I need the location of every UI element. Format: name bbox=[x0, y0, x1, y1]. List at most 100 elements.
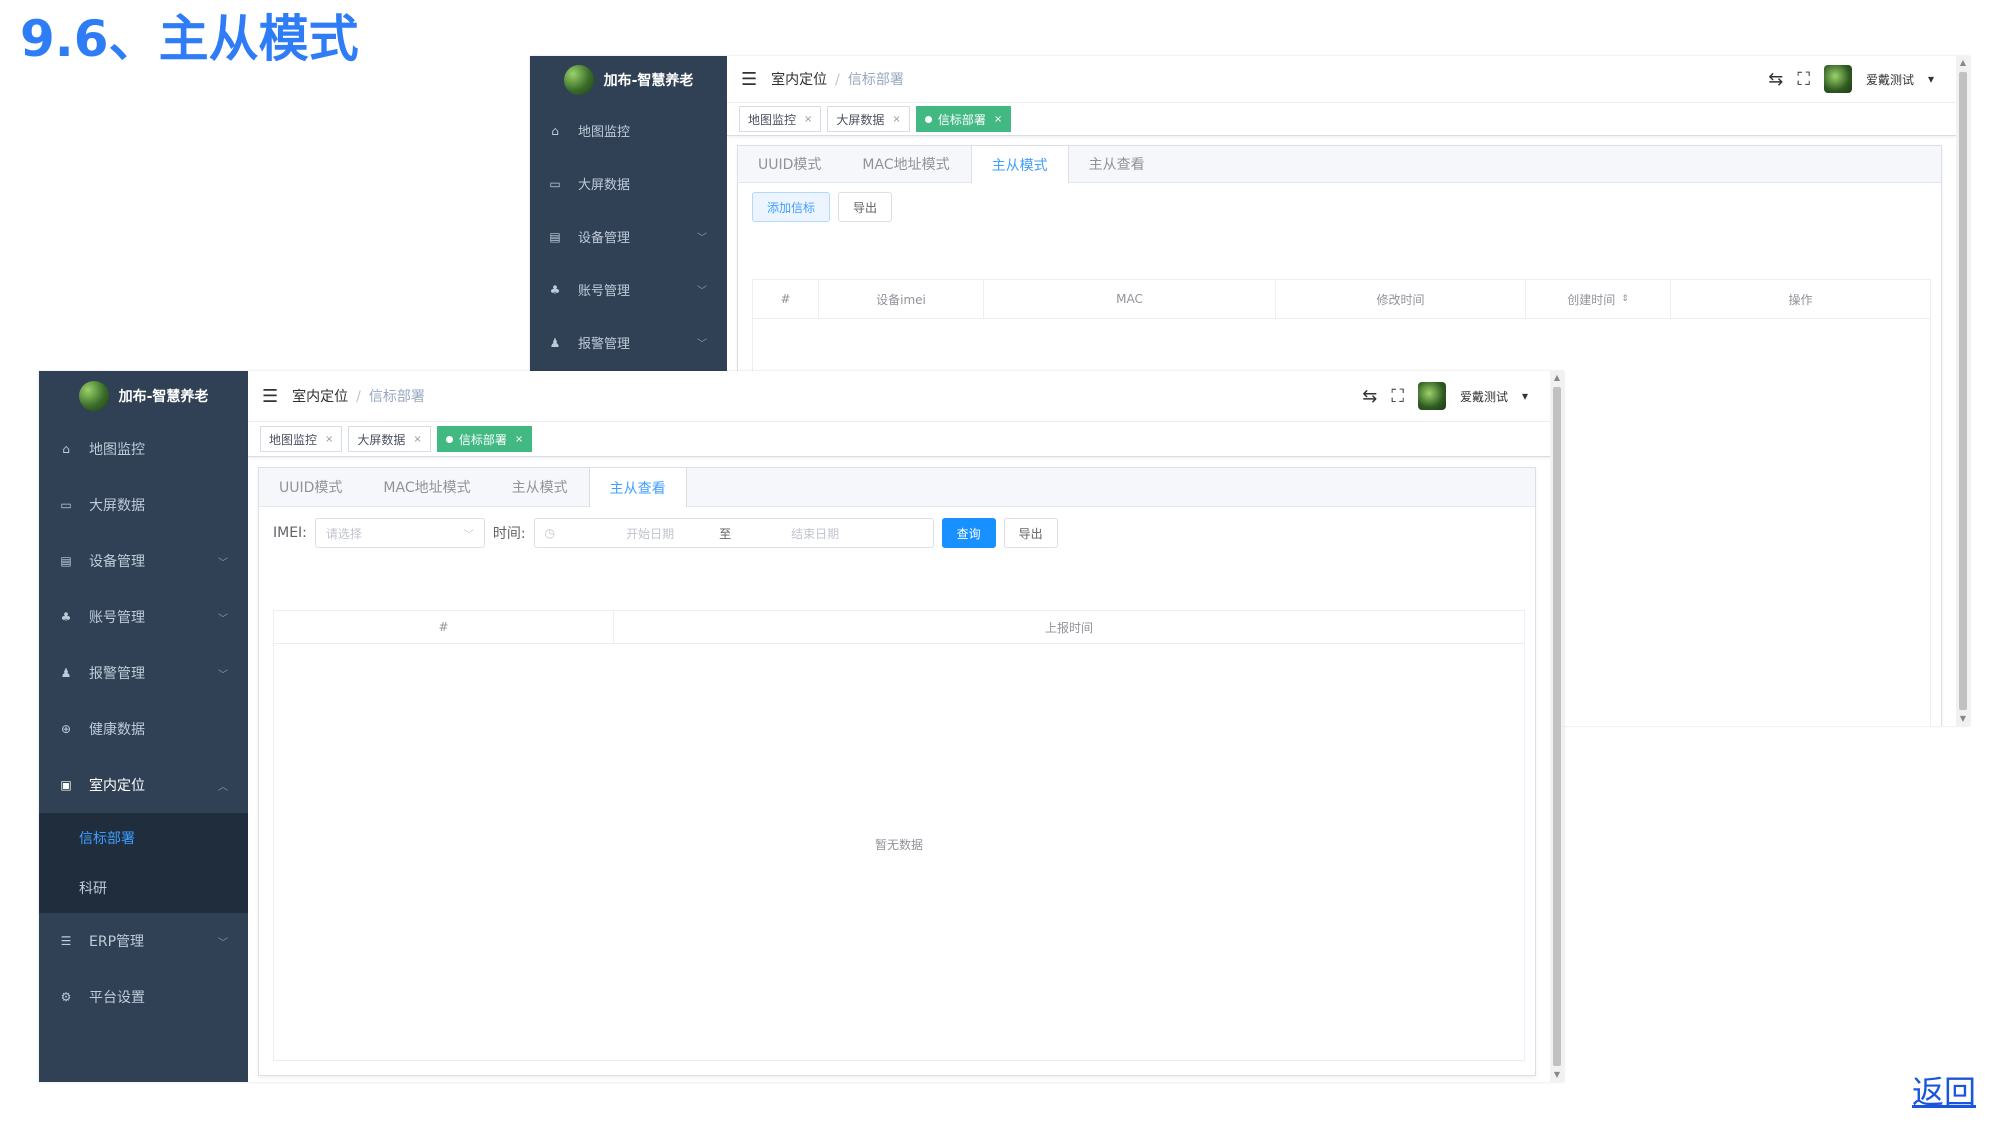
end-date-input[interactable]: 结束日期 bbox=[745, 525, 885, 542]
back-link[interactable]: 返回 bbox=[1912, 1067, 1976, 1113]
map-icon: ▣ bbox=[60, 778, 72, 792]
sidebar-item-label: 账号管理 bbox=[89, 610, 145, 626]
sidebar-item-platform-settings[interactable]: ⚙ 平台设置 bbox=[39, 969, 248, 1025]
imei-select[interactable]: 请选择 ﹀ bbox=[314, 518, 485, 548]
sidebar-item-health-data[interactable]: ⊕ 健康数据 bbox=[39, 701, 248, 757]
breadcrumb-parent[interactable]: 室内定位 bbox=[771, 72, 827, 88]
sidebar-item-indoor-location[interactable]: ▣ 室内定位 ︿ bbox=[39, 757, 248, 813]
tag-label: 大屏数据 bbox=[836, 112, 885, 127]
start-date-input[interactable]: 开始日期 bbox=[595, 525, 705, 542]
tab-uuid-mode[interactable]: UUID模式 bbox=[738, 146, 842, 182]
sidebar-item-erp-mgmt[interactable]: ☰ ERP管理 ﹀ bbox=[39, 913, 248, 969]
sidebar-item-account-mgmt[interactable]: ♣ 账号管理 ﹀ bbox=[530, 263, 727, 316]
chevron-up-icon: ︿ bbox=[218, 781, 228, 793]
avatar[interactable] bbox=[1823, 65, 1852, 93]
add-beacon-button[interactable]: 添加信标 bbox=[752, 192, 831, 222]
tab-master-slave-mode[interactable]: 主从模式 bbox=[492, 468, 589, 506]
scrollbar-thumb[interactable] bbox=[1959, 72, 1967, 710]
fullscreen-icon[interactable]: ⛶ bbox=[1797, 69, 1810, 90]
tag-big-screen[interactable]: 大屏数据 × bbox=[348, 426, 431, 452]
export-button[interactable]: 导出 bbox=[838, 192, 893, 222]
chevron-down-icon: ﹀ bbox=[218, 669, 228, 681]
sidebar-item-device-mgmt[interactable]: ▤ 设备管理 ﹀ bbox=[530, 210, 727, 263]
user-name[interactable]: 爱戴测试 bbox=[1460, 388, 1508, 405]
active-dot-icon bbox=[924, 115, 932, 123]
layout-switch-icon[interactable]: ⇆ bbox=[1362, 386, 1377, 407]
breadcrumb-parent[interactable]: 室内定位 bbox=[292, 389, 348, 405]
chevron-down-icon: ﹀ bbox=[463, 529, 474, 541]
close-icon[interactable]: × bbox=[892, 114, 900, 125]
sidebar-item-map-monitor[interactable]: ⌂ 地图监控 bbox=[39, 421, 248, 477]
user-name[interactable]: 爱戴测试 bbox=[1866, 71, 1914, 88]
tag-map-monitor[interactable]: 地图监控 × bbox=[739, 106, 822, 132]
caret-down-icon[interactable]: ▾ bbox=[1522, 389, 1528, 403]
scrollbar[interactable]: ▲ ▼ bbox=[1550, 371, 1564, 1082]
navbar: ☰ 室内定位 / 信标部署 ⇆ ⛶ 爱戴测试 ▾ bbox=[727, 56, 1970, 103]
logo: 加布-智慧养老 bbox=[39, 371, 248, 421]
query-button[interactable]: 查询 bbox=[941, 518, 996, 548]
tab-master-slave-view[interactable]: 主从查看 bbox=[588, 468, 687, 507]
slide-title: 9.6、主从模式 bbox=[20, 10, 359, 68]
tag-label: 地图监控 bbox=[748, 112, 797, 127]
tab-mac-mode[interactable]: MAC地址模式 bbox=[363, 468, 491, 506]
logo: 加布-智慧养老 bbox=[530, 56, 727, 104]
active-dot-icon bbox=[445, 435, 453, 443]
layout-switch-icon[interactable]: ⇆ bbox=[1768, 69, 1783, 90]
tag-beacon-deploy[interactable]: 信标部署 × bbox=[915, 106, 1012, 132]
tag-beacon-deploy[interactable]: 信标部署 × bbox=[436, 426, 533, 452]
navbar: ☰ 室内定位 / 信标部署 ⇆ ⛶ 爱戴测试 ▾ bbox=[248, 371, 1564, 422]
tree-icon: ♣ bbox=[60, 610, 72, 624]
scroll-up-icon[interactable]: ▲ bbox=[1956, 56, 1970, 70]
fullscreen-icon[interactable]: ⛶ bbox=[1391, 386, 1404, 407]
sidebar-item-alarm-mgmt[interactable]: ♟ 报警管理 ﹀ bbox=[39, 645, 248, 701]
sort-icon[interactable]: ⇕ bbox=[1621, 294, 1629, 304]
sidebar-item-label: 账号管理 bbox=[578, 284, 631, 299]
tab-master-slave-view[interactable]: 主从查看 bbox=[1069, 146, 1166, 182]
scroll-down-icon[interactable]: ▼ bbox=[1550, 1068, 1564, 1082]
sidebar-item-label: 报警管理 bbox=[578, 337, 631, 352]
scroll-down-icon[interactable]: ▼ bbox=[1956, 712, 1970, 726]
tag-big-screen[interactable]: 大屏数据 × bbox=[827, 106, 910, 132]
sidebar-item-label: 大屏数据 bbox=[578, 178, 631, 193]
time-label: 时间: bbox=[492, 526, 526, 542]
scroll-up-icon[interactable]: ▲ bbox=[1550, 371, 1564, 385]
sidebar-item-label: 平台设置 bbox=[89, 990, 145, 1006]
close-icon[interactable]: × bbox=[413, 434, 421, 445]
sidebar-subitem-research[interactable]: 科研 bbox=[39, 863, 248, 913]
scrollbar-thumb[interactable] bbox=[1553, 387, 1561, 1066]
close-icon[interactable]: × bbox=[515, 434, 523, 445]
tag-label: 信标部署 bbox=[458, 432, 507, 447]
sidebar-item-big-screen[interactable]: ▭ 大屏数据 bbox=[39, 477, 248, 533]
server-icon: ▤ bbox=[60, 554, 72, 568]
scrollbar[interactable]: ▲ ▼ bbox=[1956, 56, 1970, 726]
close-icon[interactable]: × bbox=[804, 114, 812, 125]
tags-view: 地图监控 × 大屏数据 × 信标部署 × bbox=[727, 103, 1970, 136]
sidebar-item-big-screen[interactable]: ▭ 大屏数据 bbox=[530, 157, 727, 210]
column-header: 设备imei bbox=[819, 280, 984, 318]
date-range-picker[interactable]: ◷ 开始日期 至 结束日期 bbox=[533, 518, 934, 548]
close-icon[interactable]: × bbox=[325, 434, 333, 445]
caret-down-icon[interactable]: ▾ bbox=[1928, 72, 1934, 86]
filter-bar: IMEI: 请选择 ﹀ 时间: ◷ 开始日期 至 结束日期 查询 导出 bbox=[259, 507, 1535, 559]
tag-label: 信标部署 bbox=[937, 112, 986, 127]
close-icon[interactable]: × bbox=[994, 114, 1002, 125]
tab-uuid-mode[interactable]: UUID模式 bbox=[259, 468, 363, 506]
sidebar-item-alarm-mgmt[interactable]: ♟ 报警管理 ﹀ bbox=[530, 316, 727, 369]
export-button[interactable]: 导出 bbox=[1003, 518, 1058, 548]
column-header-sortable[interactable]: 创建时间 ⇕ bbox=[1526, 280, 1671, 318]
tag-map-monitor[interactable]: 地图监控 × bbox=[260, 426, 343, 452]
sidebar-item-account-mgmt[interactable]: ♣ 账号管理 ﹀ bbox=[39, 589, 248, 645]
avatar[interactable] bbox=[1417, 382, 1446, 410]
breadcrumb: 室内定位 / 信标部署 bbox=[771, 69, 904, 89]
hamburger-icon[interactable]: ☰ bbox=[262, 386, 278, 407]
sidebar-subitem-beacon-deploy[interactable]: 信标部署 bbox=[39, 813, 248, 863]
tab-master-slave-mode[interactable]: 主从模式 bbox=[970, 146, 1069, 183]
health-icon: ⊕ bbox=[60, 722, 72, 736]
tab-mac-mode[interactable]: MAC地址模式 bbox=[842, 146, 970, 182]
hamburger-icon[interactable]: ☰ bbox=[741, 69, 757, 90]
sidebar-item-map-monitor[interactable]: ⌂ 地图监控 bbox=[530, 104, 727, 157]
sidebar-item-label: 大屏数据 bbox=[89, 498, 145, 514]
sidebar-item-device-mgmt[interactable]: ▤ 设备管理 ﹀ bbox=[39, 533, 248, 589]
column-header: # bbox=[753, 280, 819, 318]
mode-tabs: UUID模式 MAC地址模式 主从模式 主从查看 bbox=[738, 146, 1941, 183]
